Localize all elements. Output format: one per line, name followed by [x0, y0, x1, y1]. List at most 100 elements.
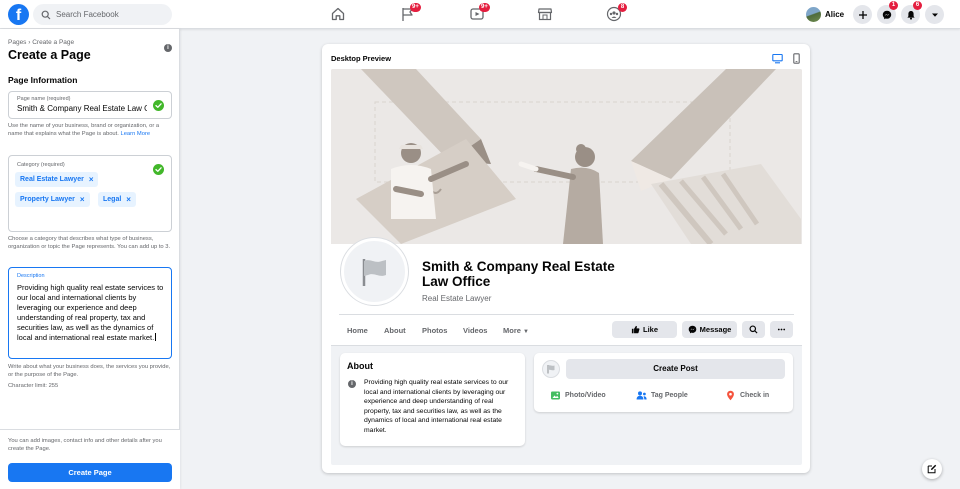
preview-page-name: Smith & Company Real Estate Law Office — [422, 259, 615, 289]
like-button[interactable]: Like — [612, 321, 677, 338]
flag-icon — [547, 365, 554, 374]
preview-viewport: Smith & Company Real Estate Law Office R… — [331, 69, 802, 465]
bell-icon — [906, 10, 915, 20]
divider — [339, 314, 794, 315]
nav-home[interactable] — [330, 6, 348, 24]
groups-badge: 8 — [618, 3, 627, 12]
create-post-card: Create Post Photo/Video Tag People Check… — [534, 353, 793, 412]
account-menu-button[interactable] — [925, 5, 944, 24]
marketplace-icon — [537, 8, 553, 21]
tab-about[interactable]: About — [384, 326, 406, 335]
thumbs-up-icon — [631, 325, 640, 334]
more-icon — [777, 328, 786, 331]
page-name-help: Use the name of your business, brand or … — [8, 123, 160, 137]
profile-picture[interactable] — [341, 238, 408, 305]
remove-chip-icon[interactable]: × — [126, 192, 131, 207]
mobile-icon[interactable] — [791, 53, 802, 64]
profile-button[interactable]: Alice — [806, 5, 850, 24]
section-title: Page Information — [8, 75, 78, 85]
info-icon[interactable]: i — [164, 44, 172, 52]
category-label: Category (required) — [17, 162, 65, 168]
cover-photo — [331, 69, 802, 244]
nav-marketplace[interactable] — [537, 6, 555, 24]
tag-people-icon — [636, 391, 647, 400]
category-chip[interactable]: Property Lawyer × — [15, 192, 90, 207]
location-pin-icon — [727, 390, 734, 401]
search-input[interactable] — [56, 10, 166, 19]
plus-icon — [858, 10, 867, 19]
category-chip[interactable]: Real Estate Lawyer × — [15, 172, 99, 187]
breadcrumb: Pages › Create a Page — [8, 39, 75, 46]
preview-title: Desktop Preview — [331, 54, 392, 63]
remove-chip-icon[interactable]: × — [89, 172, 94, 187]
remove-chip-icon[interactable]: × — [80, 192, 85, 207]
chip-label: Legal — [103, 196, 122, 203]
character-limit: Character limit: 255 — [8, 383, 59, 389]
category-help: Choose a category that describes what ty… — [8, 236, 171, 250]
photo-icon — [551, 391, 560, 400]
tab-photos[interactable]: Photos — [422, 326, 447, 335]
create-menu-button[interactable] — [853, 5, 872, 24]
notifications-button[interactable]: 6 — [901, 1, 922, 24]
about-card: About i Providing high quality real esta… — [340, 353, 525, 446]
cover-illustration — [331, 69, 802, 244]
desktop-icon[interactable] — [772, 53, 783, 64]
page-name-field[interactable]: Page name (required) Smith & Company Rea… — [8, 91, 172, 119]
compose-icon — [927, 464, 937, 474]
nav-pages[interactable]: 9+ — [400, 3, 421, 24]
page-name-input[interactable]: Smith & Company Real Estate Law Office — [17, 104, 147, 113]
more-options-button[interactable] — [770, 321, 793, 338]
notifications-badge: 6 — [913, 1, 922, 10]
search-icon — [749, 325, 758, 334]
top-navigation-bar: f 9+ 9+ 8 Alice 1 6 — [0, 0, 960, 29]
post-avatar — [542, 360, 560, 378]
watch-badge: 9+ — [479, 3, 490, 12]
create-page-button[interactable]: Create Page — [8, 463, 172, 482]
flag-icon — [362, 258, 386, 286]
chip-label: Property Lawyer — [20, 196, 75, 203]
learn-more-link[interactable]: Learn More — [120, 131, 150, 137]
caret-down-icon — [931, 13, 938, 17]
photo-video-button[interactable]: Photo/Video — [550, 390, 606, 401]
about-title: About — [347, 361, 373, 371]
description-help: Write about what your business does, the… — [8, 364, 171, 378]
page-title: Create a Page — [8, 48, 91, 62]
create-post-button[interactable]: Create Post — [566, 359, 785, 379]
preview-page-category: Real Estate Lawyer — [422, 294, 492, 303]
message-button[interactable]: Message — [682, 321, 737, 338]
page-header: Smith & Company Real Estate Law Office R… — [331, 238, 802, 346]
search-page-button[interactable] — [742, 321, 765, 338]
nav-watch[interactable]: 9+ — [469, 3, 490, 24]
description-textarea[interactable]: Providing high quality real estate servi… — [17, 283, 167, 343]
footer-note: You can add images, contact info and oth… — [8, 438, 162, 452]
facebook-logo[interactable]: f — [8, 4, 29, 25]
create-page-sidebar: Pages › Create a Page Create a Page i Pa… — [0, 29, 180, 489]
home-icon — [331, 7, 345, 21]
description-label: Description — [17, 273, 45, 279]
description-field[interactable]: Description Providing high quality real … — [8, 267, 172, 359]
sidebar-footer: You can add images, contact info and oth… — [0, 429, 180, 489]
messenger-icon — [882, 10, 891, 19]
page-name-label: Page name (required) — [17, 96, 71, 102]
tab-home[interactable]: Home — [347, 326, 368, 335]
pages-badge: 9+ — [410, 3, 421, 12]
category-chip[interactable]: Legal × — [98, 192, 136, 207]
profile-name: Alice — [825, 10, 845, 19]
messenger-icon — [688, 325, 696, 334]
about-text: Providing high quality real estate servi… — [364, 379, 509, 434]
chip-label: Real Estate Lawyer — [20, 176, 84, 183]
desktop-preview-card: Desktop Preview Smith & Company Real Est… — [322, 44, 810, 473]
tag-people-button[interactable]: Tag People — [636, 390, 688, 401]
avatar — [806, 7, 821, 22]
messenger-button[interactable]: 1 — [877, 1, 898, 24]
tab-more[interactable]: More ▼ — [503, 326, 529, 335]
tab-videos[interactable]: Videos — [463, 326, 487, 335]
search-bar[interactable] — [33, 4, 172, 25]
check-in-button[interactable]: Check in — [725, 390, 769, 401]
caret-down-icon: ▼ — [523, 329, 529, 335]
search-icon — [41, 10, 51, 19]
nav-groups[interactable]: 8 — [606, 3, 627, 24]
messenger-badge: 1 — [889, 1, 898, 10]
new-message-button[interactable] — [922, 459, 942, 479]
category-field[interactable]: Category (required) Real Estate Lawyer × … — [8, 155, 172, 232]
